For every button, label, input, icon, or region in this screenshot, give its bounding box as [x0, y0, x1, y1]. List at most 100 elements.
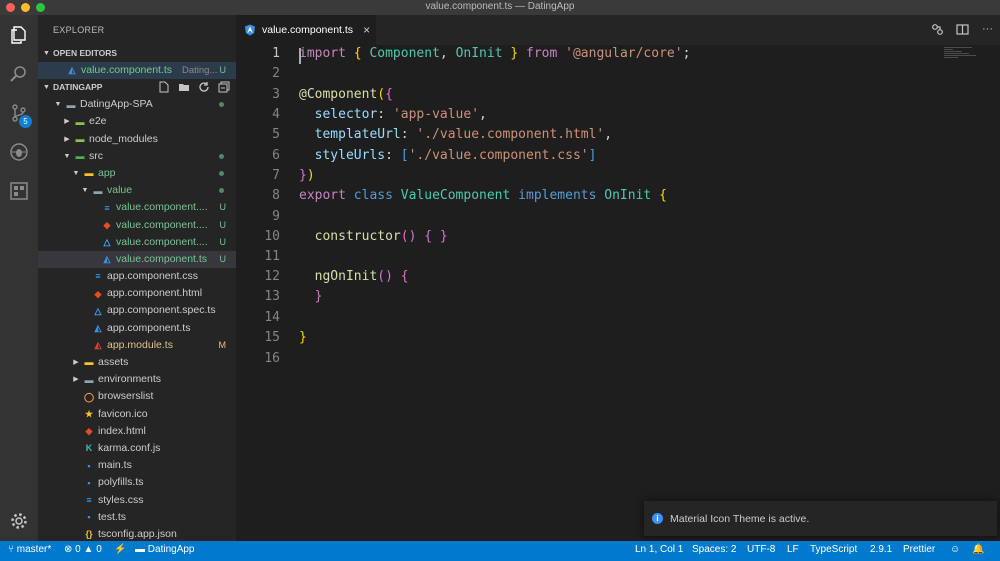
tree-item-label: value.component.... — [116, 218, 208, 231]
cursor-position[interactable]: Ln 1, Col 1 — [635, 544, 683, 555]
html-file-icon: ◆ — [94, 288, 102, 299]
chevron-down-icon[interactable]: ▼ — [53, 96, 63, 113]
tree-item-label: app.component.spec.ts — [107, 304, 216, 317]
tree-file[interactable]: ◆ app.component.html — [38, 285, 236, 302]
tree-file[interactable]: ≡ value.component.... U — [38, 199, 236, 216]
refresh-icon[interactable] — [198, 81, 210, 93]
new-folder-icon[interactable] — [178, 81, 190, 93]
line-number: 6 — [272, 148, 280, 163]
new-file-icon[interactable] — [158, 81, 170, 93]
notification-toast: i Material Icon Theme is active. — [644, 501, 997, 536]
line-number: 5 — [272, 127, 280, 142]
tree-folder[interactable]: ▶ ▬ environments — [38, 371, 236, 388]
workspace-folder-indicator[interactable]: ▬ DatingApp — [135, 544, 194, 555]
tree-file[interactable]: ◭ app.module.ts M — [38, 337, 236, 354]
code-line-15: } — [299, 330, 307, 345]
tree-file[interactable]: ◭ app.component.ts — [38, 320, 236, 337]
tree-file[interactable]: ≡ app.component.css — [38, 268, 236, 285]
source-control-icon[interactable] — [0, 95, 38, 131]
browserslist-file-icon: ◯ — [83, 391, 95, 402]
file-tree: ▼ ▬ DatingApp-SPA ▶ ▬ e2e ▶ ▬ node_modules ▼ ▬ src ▼… — [38, 96, 236, 541]
window-title: value.component.ts — DatingApp — [425, 1, 575, 12]
git-status-badge: U — [219, 253, 227, 264]
code-editor[interactable]: 1 2 3 4 5 6 7 8 9 10 11 12 13 14 15 16 import { Compone… — [236, 45, 1000, 541]
tree-item-label: e2e — [89, 115, 107, 128]
tree-file[interactable]: Kkarma.conf.js — [38, 440, 236, 457]
close-icon[interactable]: × — [363, 23, 370, 37]
tree-file[interactable]: ▪ test.ts — [38, 509, 236, 526]
tree-file[interactable]: ▪ polyfills.ts — [38, 474, 236, 491]
workspace-header[interactable]: ▼ DATINGAPP — [38, 79, 236, 96]
folder-icon: ▬ — [135, 544, 145, 555]
code-line-7: }) — [299, 168, 315, 183]
tree-file[interactable]: {} tsconfig.app.json — [38, 526, 236, 541]
folder-icon: ▬ — [93, 185, 103, 196]
search-icon[interactable] — [0, 56, 38, 92]
notifications-bell-icon[interactable]: 🔔 — [972, 544, 984, 555]
tree-item-label: index.html — [98, 424, 146, 437]
split-editor-icon[interactable] — [956, 23, 969, 36]
chevron-down-icon[interactable]: ▼ — [80, 182, 90, 199]
extensions-icon[interactable] — [0, 173, 38, 209]
folder-icon: ▬ — [75, 116, 85, 127]
html-file-icon: ◆ — [85, 426, 93, 437]
info-icon: i — [652, 513, 663, 524]
tree-folder[interactable]: ▼ ▬ value — [38, 182, 236, 199]
tree-folder[interactable]: ▶ ▬ assets — [38, 354, 236, 371]
chevron-right-icon[interactable]: ▶ — [71, 354, 81, 371]
tree-folder[interactable]: ▶ ▬ node_modules — [38, 131, 236, 148]
css-file-icon: ≡ — [95, 271, 101, 282]
editor-actions: ··· — [931, 23, 994, 36]
tree-file[interactable]: ◭ value.component.ts U — [38, 250, 236, 269]
live-share-icon[interactable]: ⚡ — [114, 544, 126, 555]
open-editors-header[interactable]: ▼ OPEN EDITORS — [38, 45, 236, 62]
tree-folder[interactable]: ▼ ▬ app — [38, 165, 236, 182]
tree-file[interactable]: △ value.component.... U — [38, 234, 236, 251]
tree-file[interactable]: △ app.component.spec.ts — [38, 302, 236, 319]
tree-folder[interactable]: ▼ ▬ src — [38, 148, 236, 165]
code-line-3: @Component({ — [299, 87, 393, 102]
feedback-icon[interactable]: ☺ — [950, 544, 960, 555]
tree-file[interactable]: ◆ index.html — [38, 423, 236, 440]
line-number: 8 — [272, 188, 280, 203]
gear-icon[interactable] — [0, 503, 38, 539]
tree-folder[interactable]: ▼ ▬ DatingApp-SPA — [38, 96, 236, 113]
tree-item-label: value — [107, 184, 133, 197]
collapse-all-icon[interactable] — [218, 81, 230, 93]
tree-item-label: value.component.... — [116, 235, 208, 248]
tree-item-label: test.ts — [98, 510, 127, 523]
chevron-right-icon[interactable]: ▶ — [62, 131, 72, 148]
tree-file[interactable]: ≡ styles.css — [38, 492, 236, 509]
title-bar: value.component.ts — DatingApp — [0, 0, 1000, 15]
tree-folder[interactable]: ▶ ▬ e2e — [38, 113, 236, 130]
eol-indicator[interactable]: LF — [787, 544, 799, 555]
minimap[interactable] — [944, 47, 990, 67]
open-changes-icon[interactable] — [931, 23, 944, 36]
git-status-badge: M — [218, 339, 227, 350]
ts-file-icon: ▪ — [87, 477, 91, 488]
language-mode[interactable]: TypeScript — [810, 544, 857, 555]
ts-file-icon: ▪ — [87, 512, 91, 523]
debug-icon[interactable] — [0, 134, 38, 170]
problems-indicator[interactable]: ⊗ 0 ▲ 0 — [64, 544, 102, 555]
chevron-right-icon[interactable]: ▶ — [62, 113, 72, 130]
encoding-indicator[interactable]: UTF-8 — [747, 544, 775, 555]
line-number: 2 — [272, 66, 280, 81]
indentation-indicator[interactable]: Spaces: 2 — [692, 544, 736, 555]
explorer-icon[interactable] — [0, 17, 38, 53]
tree-file[interactable]: ★ favicon.ico — [38, 406, 236, 423]
git-branch-indicator[interactable]: ⑂ master* — [8, 544, 51, 555]
chevron-down-icon[interactable]: ▼ — [71, 165, 81, 182]
chevron-down-icon[interactable]: ▼ — [62, 148, 72, 165]
tab-value-component-ts[interactable]: value.component.ts × — [236, 15, 376, 45]
open-editor-item[interactable]: ◭ value.component.ts Dating... U — [38, 62, 236, 80]
line-number: 16 — [264, 351, 280, 366]
chevron-right-icon[interactable]: ▶ — [71, 371, 81, 388]
tree-file[interactable]: ▪ main.ts — [38, 457, 236, 474]
tree-file[interactable]: ◯ browserslist — [38, 388, 236, 405]
code-line-5: templateUrl: './value.component.html', — [314, 127, 613, 142]
prettier-indicator[interactable]: Prettier — [903, 544, 935, 555]
tree-file[interactable]: ◆ value.component.... U — [38, 217, 236, 234]
typescript-version[interactable]: 2.9.1 — [870, 544, 892, 555]
more-actions-icon[interactable]: ··· — [981, 23, 994, 36]
